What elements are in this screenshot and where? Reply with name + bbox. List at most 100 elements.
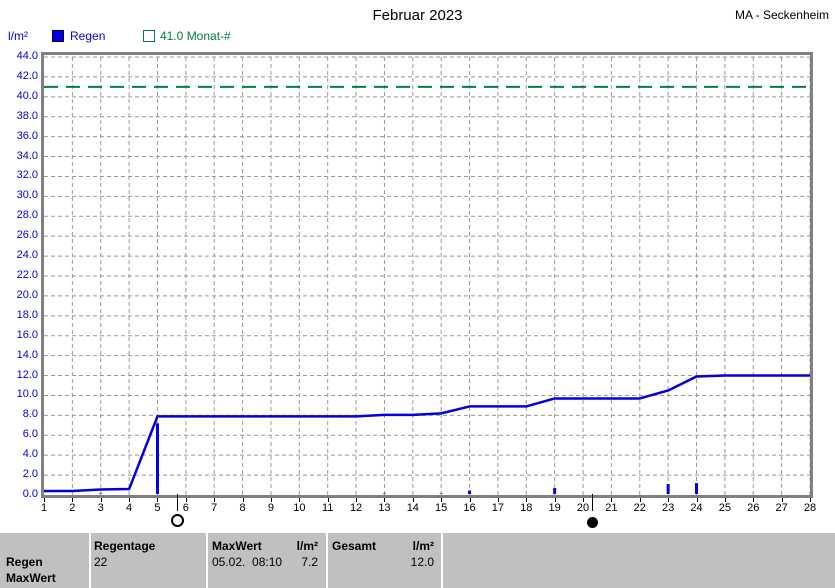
chart-svg [44,55,810,495]
gesamt-cell: Gesamt l/m² 12.0 [332,533,434,588]
y-axis-label: 14.0 [0,349,38,362]
x-axis-tick [526,498,527,502]
x-axis-tick [157,498,158,502]
x-axis-label: 18 [512,502,540,515]
y-axis-unit-label: l/m² [8,29,28,43]
regentage-value: 22 [94,555,199,569]
x-axis-label: 4 [115,502,143,515]
maxwert-unit-header: l/m² [297,539,318,553]
gesamt-value: 12.0 [332,555,434,569]
maxwert-value: 7.2 [301,555,318,569]
x-axis-tick [753,498,754,502]
x-axis-tick [214,498,215,502]
regen-series-swatch-icon [52,30,64,42]
x-axis-label: 16 [456,502,484,515]
x-axis-label: 11 [314,502,342,515]
x-axis-label: 22 [626,502,654,515]
new-moon-icon [587,517,598,528]
y-axis-label: 38.0 [0,110,38,123]
y-axis-label: 44.0 [0,50,38,63]
y-axis-label: 28.0 [0,209,38,222]
gesamt-header-row: Gesamt l/m² [332,539,434,553]
x-axis-label: 26 [739,502,767,515]
x-axis-tick [810,498,811,502]
y-axis-label: 36.0 [0,130,38,143]
x-axis-label: 24 [683,502,711,515]
x-axis-label: 19 [541,502,569,515]
x-axis-label: 12 [342,502,370,515]
column-separator [326,533,328,588]
y-axis-label: 32.0 [0,169,38,182]
x-axis-tick [101,498,102,502]
x-axis-label: 8 [229,502,257,515]
x-axis-tick [384,498,385,502]
x-axis-tick [299,498,300,502]
x-axis-label: 28 [796,502,824,515]
x-axis-tick [72,498,73,502]
y-axis-label: 6.0 [0,428,38,441]
x-axis-tick [725,498,726,502]
rain-chart-window: Februar 2023 MA - Seckenheim l/m² Regen … [0,0,835,588]
x-axis-label: 17 [484,502,512,515]
x-axis-tick [782,498,783,502]
x-axis-tick [611,498,612,502]
maxwert-value-row: 05.02. 08:10 7.2 [212,555,318,569]
x-axis-tick [356,498,357,502]
x-axis-tick [441,498,442,502]
column-separator [89,533,91,588]
x-axis-label: 10 [285,502,313,515]
x-axis-label: 14 [399,502,427,515]
station-label: MA - Seckenheim [735,8,829,22]
x-axis-label: 1 [30,502,58,515]
y-axis-label: 20.0 [0,289,38,302]
x-axis-label: 27 [768,502,796,515]
y-axis-label: 0.0 [0,488,38,501]
x-axis-tick [640,498,641,502]
y-axis-label: 10.0 [0,388,38,401]
y-axis-label: 34.0 [0,150,38,163]
x-axis-label: 9 [257,502,285,515]
x-axis-label: 2 [58,502,86,515]
x-axis-tick [498,498,499,502]
column-separator [206,533,208,588]
y-axis-label: 16.0 [0,329,38,342]
y-axis-label: 22.0 [0,269,38,282]
y-axis-label: 24.0 [0,249,38,262]
summary-bar: Regen MaxWert Regentage 22 MaxWert l/m² … [0,533,835,588]
y-axis-label: 4.0 [0,448,38,461]
regentage-header: Regentage [94,539,199,553]
moon-marker-tick [177,494,178,511]
maxwert-header-row: MaxWert l/m² [212,539,318,553]
column-separator [441,533,443,588]
x-axis-tick [129,498,130,502]
page-title: Februar 2023 [0,7,835,24]
x-axis-label: 23 [654,502,682,515]
row-labels-cell: Regen MaxWert [6,533,86,588]
x-axis-label: 3 [87,502,115,515]
x-axis-tick [44,498,45,502]
x-axis-tick [697,498,698,502]
gesamt-unit-header: l/m² [413,539,434,553]
y-axis-label: 26.0 [0,229,38,242]
x-axis-label: 7 [200,502,228,515]
y-axis-label: 2.0 [0,468,38,481]
regen-series-label: Regen [70,29,105,43]
x-axis-tick [470,498,471,502]
maxwert-header: MaxWert [212,539,262,553]
x-axis-label: 25 [711,502,739,515]
regentage-cell: Regentage 22 [94,533,199,588]
x-axis-tick [186,498,187,502]
row-label-maxwert: MaxWert [6,571,86,585]
x-axis-label: 21 [597,502,625,515]
x-axis-tick [271,498,272,502]
x-axis-tick [243,498,244,502]
moon-marker-tick [592,494,593,511]
x-axis-label: 13 [370,502,398,515]
y-axis-label: 12.0 [0,369,38,382]
y-axis-label: 30.0 [0,189,38,202]
y-axis-label: 8.0 [0,408,38,421]
x-axis-tick [583,498,584,502]
y-axis-label: 40.0 [0,90,38,103]
gesamt-header: Gesamt [332,539,376,553]
y-axis-label: 18.0 [0,309,38,322]
